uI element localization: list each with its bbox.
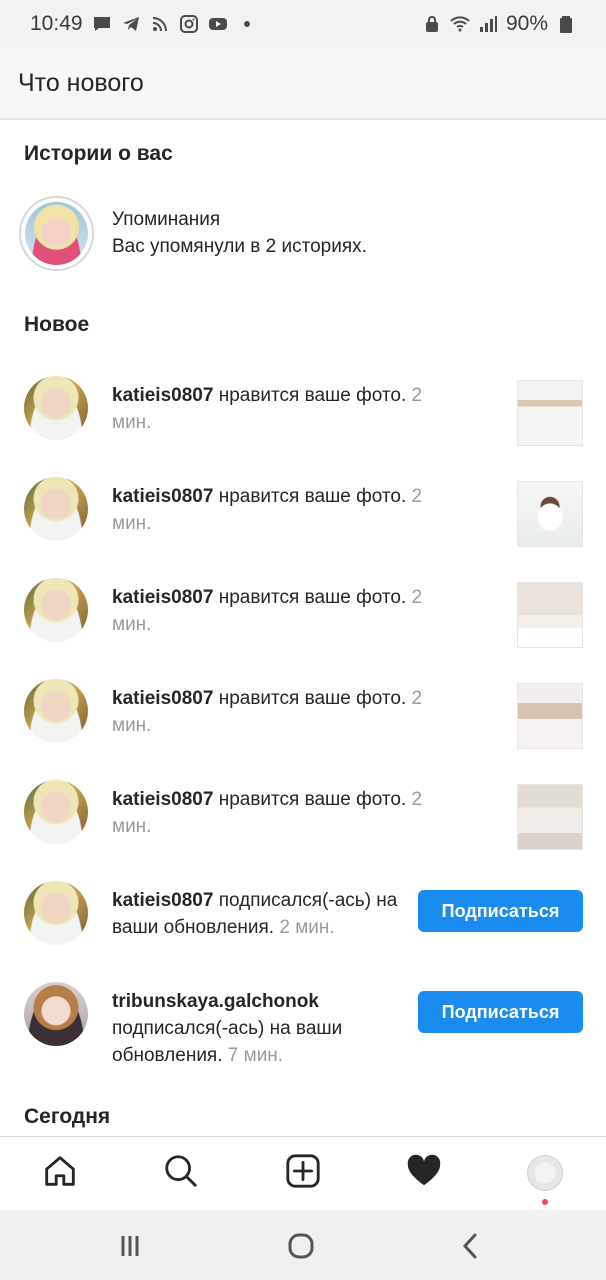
post-thumbnail[interactable]	[517, 784, 583, 850]
wifi-icon	[450, 14, 470, 34]
notification-text: katieis0807 нравится ваше фото. 2 мин.	[112, 584, 457, 638]
rss-icon	[150, 14, 170, 34]
notification-dot	[542, 1199, 548, 1205]
battery-level: 90%	[505, 12, 548, 35]
home-icon	[45, 1156, 75, 1186]
activity-heart-icon	[407, 1154, 441, 1186]
notification-row[interactable]: katieis0807 нравится ваше фото. 2 мин.	[0, 370, 606, 466]
avatar[interactable]	[24, 679, 88, 743]
notification-text: katieis0807 нравится ваше фото. 2 мин.	[112, 685, 457, 739]
notification-time: 7 мин.	[227, 1045, 284, 1066]
instagram-icon	[179, 14, 199, 34]
system-nav-bar	[0, 1210, 606, 1280]
notification-row[interactable]: katieis0807 нравится ваше фото. 2 мин.	[0, 471, 606, 567]
tab-profile-avatar[interactable]	[527, 1155, 563, 1191]
notification-text: katieis0807 подписался(-ась) на ваши обн…	[112, 887, 402, 941]
username[interactable]: katieis0807	[112, 890, 213, 911]
new-post-icon	[286, 1154, 320, 1188]
avatar[interactable]	[24, 477, 88, 541]
status-bar: 10:49 90%	[0, 0, 606, 48]
status-time: 10:49	[30, 12, 83, 35]
mentions-subtitle: Вас упомянули в 2 историях.	[112, 236, 367, 257]
mentions-avatar	[25, 202, 88, 265]
mentions-title: Упоминания	[112, 209, 221, 230]
app-header: Что нового	[0, 48, 606, 120]
avatar[interactable]	[24, 578, 88, 642]
lock-icon	[422, 14, 442, 34]
post-thumbnail[interactable]	[517, 683, 583, 749]
post-thumbnail[interactable]	[517, 481, 583, 547]
section-title-new: Новое	[24, 313, 90, 336]
story-ring[interactable]	[19, 196, 94, 271]
recents-icon	[121, 1236, 139, 1256]
notification-row[interactable]: tribunskaya.galchonok подписался(-ась) н…	[0, 976, 606, 1086]
notification-action: нравится ваше фото.	[213, 385, 412, 406]
notification-text: tribunskaya.galchonok подписался(-ась) н…	[112, 988, 382, 1069]
notification-action: нравится ваше фото.	[213, 587, 412, 608]
section-title-stories: Истории о вас	[24, 142, 173, 165]
tab-search[interactable]	[161, 1151, 201, 1191]
dot-icon	[237, 14, 257, 34]
battery-icon	[556, 14, 576, 34]
username[interactable]: tribunskaya.galchonok	[112, 991, 319, 1012]
back-icon	[462, 1233, 477, 1259]
activity-feed[interactable]: Истории о вас Упоминания Вас упомянули в…	[0, 120, 606, 1136]
notification-action: нравится ваше фото.	[213, 688, 412, 709]
username[interactable]: katieis0807	[112, 587, 213, 608]
post-thumbnail[interactable]	[517, 582, 583, 648]
message-icon	[92, 14, 112, 34]
notification-row[interactable]: katieis0807 подписался(-ась) на ваши обн…	[0, 875, 606, 971]
username[interactable]: katieis0807	[112, 486, 213, 507]
home-circle-icon	[288, 1233, 314, 1259]
youtube-icon	[208, 14, 228, 34]
mentions-text: Упоминания Вас упомянули в 2 историях.	[112, 206, 367, 260]
notification-row[interactable]: katieis0807 нравится ваше фото. 2 мин.	[0, 572, 606, 668]
tab-home[interactable]	[40, 1151, 80, 1191]
notification-row[interactable]: katieis0807 нравится ваше фото. 2 мин.	[0, 774, 606, 870]
search-icon	[165, 1155, 197, 1187]
status-left: 10:49	[30, 12, 257, 36]
avatar[interactable]	[24, 982, 88, 1046]
page-title: Что нового	[18, 68, 144, 97]
avatar[interactable]	[24, 780, 88, 844]
tab-bar	[0, 1136, 606, 1210]
notification-text: katieis0807 нравится ваше фото. 2 мин.	[112, 483, 457, 537]
notification-text: katieis0807 нравится ваше фото. 2 мин.	[112, 786, 457, 840]
avatar[interactable]	[24, 376, 88, 440]
notification-text: katieis0807 нравится ваше фото. 2 мин.	[112, 382, 457, 436]
back-button[interactable]	[453, 1228, 489, 1264]
username[interactable]: katieis0807	[112, 789, 213, 810]
username[interactable]: katieis0807	[112, 688, 213, 709]
post-thumbnail[interactable]	[517, 380, 583, 446]
recents-button[interactable]	[112, 1228, 148, 1264]
signal-icon	[478, 14, 498, 34]
notification-action: нравится ваше фото.	[213, 486, 412, 507]
notification-row[interactable]: katieis0807 нравится ваше фото. 2 мин.	[0, 673, 606, 769]
mentions-row[interactable]: Упоминания Вас упомянули в 2 историях.	[0, 196, 606, 276]
follow-button[interactable]: Подписаться	[418, 890, 583, 932]
status-right: 90%	[422, 12, 576, 36]
notification-time: 2 мин.	[279, 917, 335, 938]
home-nav-button[interactable]	[283, 1228, 319, 1264]
notification-action: нравится ваше фото.	[213, 789, 412, 810]
username[interactable]: katieis0807	[112, 385, 213, 406]
telegram-icon	[121, 14, 141, 34]
tab-activity[interactable]	[404, 1151, 444, 1191]
section-title-today: Сегодня	[24, 1105, 111, 1128]
tab-new-post[interactable]	[283, 1151, 323, 1191]
follow-button[interactable]: Подписаться	[418, 991, 583, 1033]
avatar[interactable]	[24, 881, 88, 945]
